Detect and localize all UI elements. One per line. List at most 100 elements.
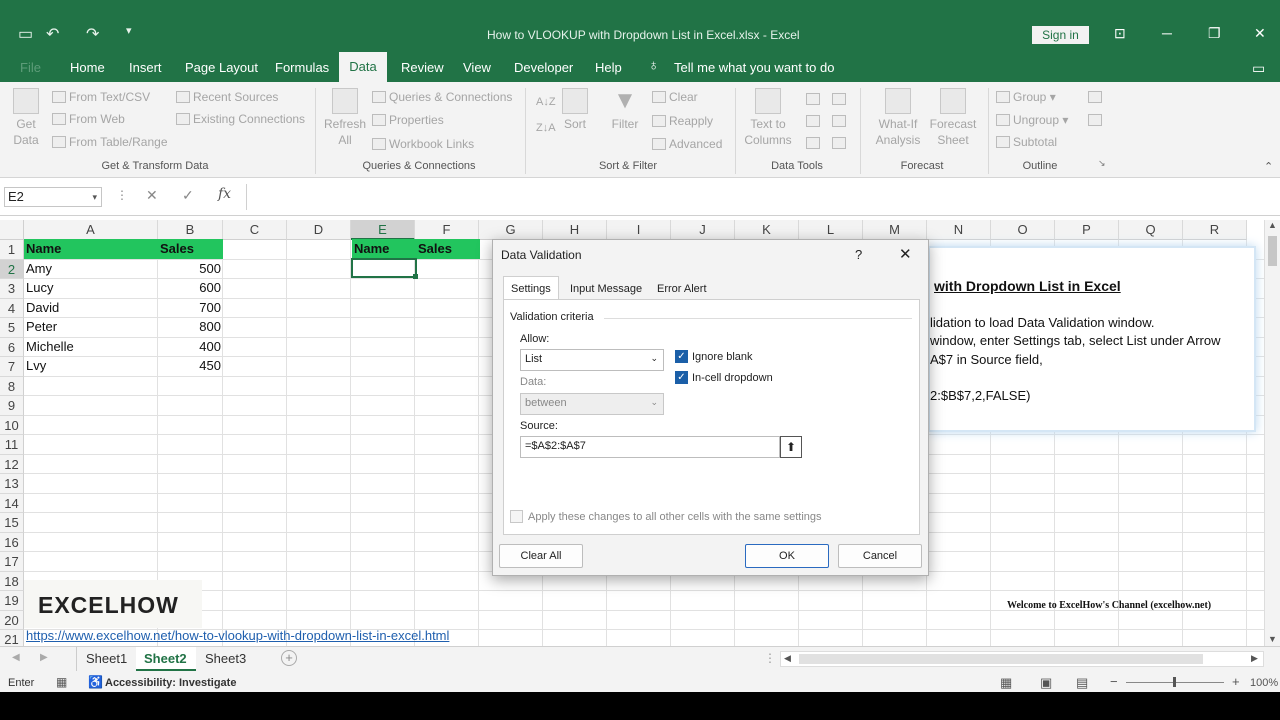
normal-view-icon[interactable]: ▦ (1000, 675, 1012, 691)
tab-input-message[interactable]: Input Message (570, 283, 642, 295)
row-header-15[interactable]: 15 (0, 513, 24, 533)
tell-me-search[interactable]: Tell me what you want to do (674, 60, 834, 75)
row-header-12[interactable]: 12 (0, 454, 24, 474)
save-icon[interactable]: ▭ (18, 24, 33, 44)
add-sheet-icon[interactable]: + (281, 650, 297, 666)
tab-home[interactable]: Home (70, 60, 105, 75)
sort-az-icon[interactable]: A↓Z (536, 96, 556, 108)
column-header-l[interactable]: L (799, 220, 863, 240)
insert-function-icon[interactable]: fx (218, 186, 231, 202)
zoom-out-icon[interactable]: − (1110, 674, 1118, 689)
tutorial-link[interactable]: https://www.excelhow.net/how-to-vlookup-… (26, 628, 449, 643)
row-header-17[interactable]: 17 (0, 552, 24, 572)
column-header-i[interactable]: I (607, 220, 671, 240)
dialog-close-icon[interactable]: ✕ (899, 245, 912, 263)
macro-record-icon[interactable]: ▦ (56, 675, 67, 689)
zoom-slider-thumb[interactable] (1173, 677, 1176, 687)
column-header-a[interactable]: A (24, 220, 158, 240)
cell-a6[interactable]: Michelle (26, 337, 74, 356)
header-cell-sales[interactable]: Sales (158, 239, 223, 259)
allow-select[interactable]: List ⌄ (520, 349, 664, 371)
column-header-o[interactable]: O (991, 220, 1055, 240)
column-header-d[interactable]: D (287, 220, 351, 240)
row-header-1[interactable]: 1 (0, 240, 24, 260)
group-button[interactable]: Group ▾ (996, 90, 1056, 104)
name-box[interactable]: E2 ▾ (4, 187, 102, 207)
relationships-icon[interactable] (832, 114, 849, 128)
from-table-button[interactable]: From Table/Range (52, 135, 168, 149)
column-header-p[interactable]: P (1055, 220, 1119, 240)
properties-button[interactable]: Properties (372, 113, 444, 127)
header-cell-f1[interactable]: Sales (416, 239, 480, 259)
cell-a5[interactable]: Peter (26, 317, 57, 336)
from-text-csv-button[interactable]: From Text/CSV (52, 90, 150, 104)
column-header-q[interactable]: Q (1119, 220, 1183, 240)
tab-developer[interactable]: Developer (514, 60, 573, 75)
flash-fill-icon[interactable] (806, 92, 823, 106)
tab-view[interactable]: View (463, 60, 491, 75)
clear-all-button[interactable]: Clear All (499, 544, 583, 568)
redo-icon[interactable]: ↷ (86, 24, 99, 44)
scroll-down-icon[interactable]: ▼ (1268, 634, 1277, 644)
zoom-level[interactable]: 100% (1250, 677, 1278, 689)
refresh-all-button[interactable]: Refresh All (322, 88, 368, 148)
column-header-b[interactable]: B (158, 220, 223, 240)
row-header-2[interactable]: 2 (0, 259, 24, 279)
scroll-right-icon[interactable]: ▶ (1251, 653, 1258, 664)
remove-duplicates-icon[interactable] (806, 114, 823, 128)
header-cell-name[interactable]: Name (24, 239, 158, 259)
cell-a7[interactable]: Lvy (26, 356, 46, 375)
in-cell-dropdown-checkbox[interactable]: ✓ (675, 371, 688, 384)
column-header-f[interactable]: F (415, 220, 479, 240)
workbook-links-button[interactable]: Workbook Links (372, 137, 474, 151)
customize-qat-icon[interactable]: ▾ (126, 24, 132, 37)
filter-button[interactable]: ▼ Filter (608, 88, 642, 132)
row-header-19[interactable]: 19 (0, 591, 24, 611)
formula-input[interactable] (246, 184, 1276, 210)
sort-button[interactable]: Sort (558, 88, 592, 132)
subtotal-button[interactable]: Subtotal (996, 135, 1057, 149)
row-header-20[interactable]: 20 (0, 610, 24, 630)
queries-connections-button[interactable]: Queries & Connections (372, 90, 512, 104)
select-all-corner[interactable] (0, 220, 24, 240)
advanced-button[interactable]: Advanced (652, 137, 722, 151)
comments-icon[interactable]: ▭ (1252, 60, 1265, 77)
cell-b7[interactable]: 450 (158, 356, 221, 375)
hide-detail-icon[interactable] (1088, 113, 1105, 127)
cell-a4[interactable]: David (26, 298, 59, 317)
existing-connections-button[interactable]: Existing Connections (176, 112, 305, 126)
sort-za-icon[interactable]: Z↓A (536, 122, 556, 134)
column-header-n[interactable]: N (927, 220, 991, 240)
sheet-tab-sheet3[interactable]: Sheet3 (205, 651, 246, 666)
row-header-9[interactable]: 9 (0, 396, 24, 416)
tab-settings[interactable]: Settings (511, 283, 551, 295)
data-model-icon[interactable] (832, 136, 849, 150)
ungroup-button[interactable]: Ungroup ▾ (996, 113, 1068, 127)
tab-data[interactable]: Data (339, 52, 387, 82)
forecast-sheet-button[interactable]: Forecast Sheet (926, 88, 980, 148)
row-header-16[interactable]: 16 (0, 532, 24, 552)
cell-b6[interactable]: 400 (158, 337, 221, 356)
page-layout-icon[interactable]: ▣ (1040, 675, 1052, 691)
column-header-r[interactable]: R (1183, 220, 1247, 240)
horizontal-scrollbar[interactable]: ◀ ▶ (780, 651, 1264, 667)
reapply-button[interactable]: Reapply (652, 114, 713, 128)
column-header-j[interactable]: J (671, 220, 735, 240)
row-header-5[interactable]: 5 (0, 318, 24, 338)
prev-sheet-icon[interactable]: ◀ (12, 652, 20, 663)
scroll-up-icon[interactable]: ▲ (1268, 220, 1277, 230)
cell-b5[interactable]: 800 (158, 317, 221, 336)
scroll-thumb[interactable] (1268, 236, 1277, 266)
sheet-tab-sheet2[interactable]: Sheet2 (144, 651, 187, 666)
tab-error-alert[interactable]: Error Alert (657, 283, 707, 295)
tab-page-layout[interactable]: Page Layout (185, 60, 258, 75)
scroll-left-icon[interactable]: ◀ (784, 653, 791, 664)
show-detail-icon[interactable] (1088, 90, 1105, 104)
column-header-m[interactable]: M (863, 220, 927, 240)
cell-a3[interactable]: Lucy (26, 278, 53, 297)
row-header-7[interactable]: 7 (0, 357, 24, 377)
h-scroll-thumb[interactable] (799, 654, 1203, 664)
active-cell-e2[interactable] (351, 258, 417, 278)
row-header-14[interactable]: 14 (0, 493, 24, 513)
accessibility-status[interactable]: Accessibility: Investigate (105, 677, 236, 689)
